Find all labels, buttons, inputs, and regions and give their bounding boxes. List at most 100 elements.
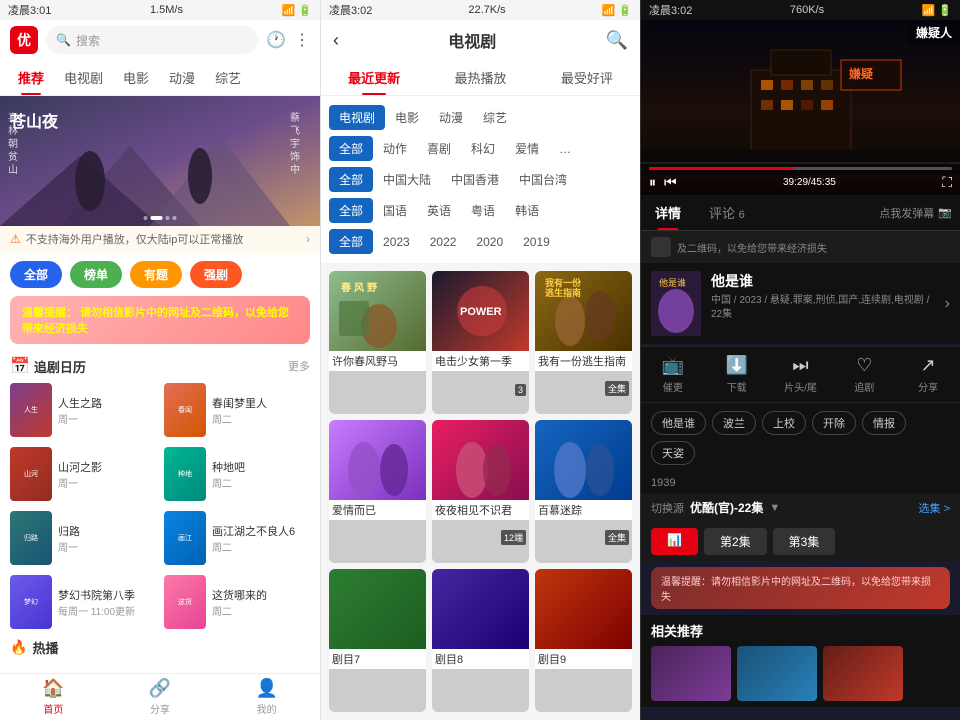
filter-cantonese[interactable]: 粤语	[461, 198, 505, 223]
filter-anime[interactable]: 动漫	[429, 105, 473, 130]
video-player[interactable]: 嫌疑 嫌疑人 ⏸ ⏮ 39:29/45:35 ⛶	[641, 20, 960, 195]
filter-korean[interactable]: 韩语	[505, 198, 549, 223]
source-dropdown-icon[interactable]: ▼	[769, 502, 780, 514]
filter-all-year[interactable]: 全部	[329, 229, 373, 254]
tab-hot[interactable]: 最热播放	[427, 60, 533, 95]
nav-item-anime[interactable]: 动漫	[159, 60, 205, 95]
action-update[interactable]: 📺 催更	[641, 347, 705, 402]
nav-item-tv[interactable]: 电视剧	[54, 60, 113, 95]
app-logo[interactable]: 优	[10, 26, 38, 54]
tab-comment[interactable]: 评论 6	[695, 195, 759, 230]
ep-current[interactable]: 📊	[651, 528, 698, 555]
search-button[interactable]: 🔍	[606, 30, 628, 51]
drama-more-link[interactable]: 更多	[288, 358, 310, 374]
grid-item-4[interactable]: 爱情而已	[329, 420, 426, 563]
video-progress[interactable]	[649, 167, 952, 170]
grid-item-6[interactable]: 全集 百慕迷踪	[535, 420, 632, 563]
fullscreen-icon[interactable]: ⛶	[942, 174, 952, 191]
action-share[interactable]: ↗ 分享	[896, 347, 960, 402]
main-nav: 推荐 电视剧 电影 动漫 综艺	[0, 60, 320, 96]
show-arrow-icon[interactable]: ›	[945, 295, 950, 313]
filter-hk[interactable]: 中国香港	[441, 167, 509, 192]
home-banner[interactable]: 喜 林 朝 贫 山 蔡 飞 宇 饰 中 苍山夜	[0, 96, 320, 226]
filter-2020[interactable]: 2020	[466, 231, 513, 253]
report-button[interactable]: 点我发弹幕 📷	[871, 197, 960, 229]
filter-all-genre[interactable]: 全部	[329, 136, 373, 161]
filter-english[interactable]: 英语	[417, 198, 461, 223]
tag-chip-4[interactable]: 情报	[862, 411, 906, 435]
play-pause-icon[interactable]: ⏸	[649, 174, 656, 191]
action-download[interactable]: ⬇️ 下载	[705, 347, 769, 402]
tag-all[interactable]: 全部	[10, 261, 62, 288]
filter-comedy[interactable]: 喜剧	[417, 136, 461, 161]
filter-2023[interactable]: 2023	[373, 231, 420, 253]
tag-chip-2[interactable]: 上校	[762, 411, 806, 435]
grid-item-9[interactable]: 剧目9	[535, 569, 632, 712]
filter-all-region[interactable]: 全部	[329, 167, 373, 192]
filter-all-lang[interactable]: 全部	[329, 198, 373, 223]
drama-item-7[interactable]: 画江 画江湖之不良人6 周二	[160, 508, 314, 568]
filter-more-genre[interactable]: …	[549, 138, 581, 160]
tag-topic[interactable]: 有题	[130, 261, 182, 288]
action-follow[interactable]: ♡ 追剧	[832, 347, 896, 402]
filter-mandarin[interactable]: 国语	[373, 198, 417, 223]
filter-2022[interactable]: 2022	[420, 231, 467, 253]
tag-chip-0[interactable]: 他是谁	[651, 411, 706, 435]
ep-2[interactable]: 第2集	[704, 528, 767, 555]
tag-chip-5[interactable]: 天姿	[651, 441, 695, 465]
grid-item-7[interactable]: 剧目7	[329, 569, 426, 712]
tag-chip-3[interactable]: 开除	[812, 411, 856, 435]
grid-item-8[interactable]: 剧目8	[432, 569, 529, 712]
drama-item-2[interactable]: 山河 山河之影 周一	[6, 444, 160, 504]
filter-mainland[interactable]: 中国大陆	[373, 167, 441, 192]
nav-item-variety[interactable]: 综艺	[205, 60, 251, 95]
related-item-2[interactable]	[737, 646, 817, 701]
related-item-1[interactable]	[651, 646, 731, 701]
grid-item-1[interactable]: 春 风 野 许你春风野马	[329, 271, 426, 414]
grid-thumb-8	[432, 569, 529, 649]
filter-scifi[interactable]: 科幻	[461, 136, 505, 161]
warning-banner-2: 温馨提醒：请勿相信影片中的网址及二维码，以免给您带来损失	[651, 567, 950, 609]
search-box[interactable]: 🔍 搜索	[46, 26, 258, 54]
more-icon[interactable]: ⋮	[294, 30, 310, 50]
grid-item-3[interactable]: 我有一份 逃生指南 全集 我有一份逃生指南	[535, 271, 632, 414]
drama-item-4[interactable]: 梦幻 梦幻书院第八季 每周一 11:00更新	[6, 572, 160, 632]
ep-3[interactable]: 第3集	[773, 528, 836, 555]
filter-variety[interactable]: 综艺	[473, 105, 517, 130]
rewind-icon[interactable]: ⏮	[664, 174, 677, 191]
filter-action[interactable]: 动作	[373, 136, 417, 161]
bottom-nav-share[interactable]: 🔗 分享	[107, 678, 214, 716]
tab-detail[interactable]: 详情	[641, 195, 695, 230]
nav-item-movie[interactable]: 电影	[113, 60, 159, 95]
select-all-link[interactable]: 选集 >	[919, 500, 950, 516]
grid-item-5[interactable]: 12端 夜夜相见不识君	[432, 420, 529, 563]
filter-romance[interactable]: 爱情	[505, 136, 549, 161]
filter-tw[interactable]: 中国台湾	[509, 167, 577, 192]
drama-item-1[interactable]: 人生 人生之路 周一	[6, 380, 160, 440]
tab-rating[interactable]: 最受好评	[534, 60, 640, 95]
tag-rank[interactable]: 榜单	[70, 261, 122, 288]
drama-item-8[interactable]: 这货 这货哪来的 周二	[160, 572, 314, 632]
drama-item-6[interactable]: 种地 种地吧 周二	[160, 444, 314, 504]
drama-item-3[interactable]: 归路 归路 周一	[6, 508, 160, 568]
back-button[interactable]: ‹	[333, 30, 339, 51]
history-icon[interactable]: 🕐	[266, 30, 286, 50]
tag-drama[interactable]: 强剧	[190, 261, 242, 288]
action-skip[interactable]: ⏭ 片头/尾	[769, 347, 833, 402]
source-value[interactable]: 优酷(官)-22集	[690, 499, 763, 516]
bottom-nav-profile[interactable]: 👤 我的	[213, 678, 320, 716]
status-bar-2: 凌晨3:02 22.7K/s 📶 🔋	[321, 0, 640, 20]
tag-chip-1[interactable]: 波兰	[712, 411, 756, 435]
show-info[interactable]: 他是谁 他是谁 中国 / 2023 / 悬疑,罪案,刑侦,国产,连续剧,电视剧 …	[641, 263, 960, 344]
nav-item-recommend[interactable]: 推荐	[8, 60, 54, 95]
filter-tv[interactable]: 电视剧	[329, 105, 385, 130]
related-item-3[interactable]	[823, 646, 903, 701]
drama-item-5[interactable]: 春闺 春闺梦里人 周二	[160, 380, 314, 440]
filter-movie[interactable]: 电影	[385, 105, 429, 130]
notice-bar[interactable]: ⚠ 不支持海外用户播放，仅大陆ip可以正常播放 ›	[0, 226, 320, 253]
related-section: 相关推荐	[641, 615, 960, 707]
grid-item-2[interactable]: POWER 3 电击少女第一季	[432, 271, 529, 414]
tab-recent[interactable]: 最近更新	[321, 60, 427, 95]
bottom-nav-home[interactable]: 🏠 首页	[0, 678, 107, 716]
filter-2019[interactable]: 2019	[513, 231, 560, 253]
